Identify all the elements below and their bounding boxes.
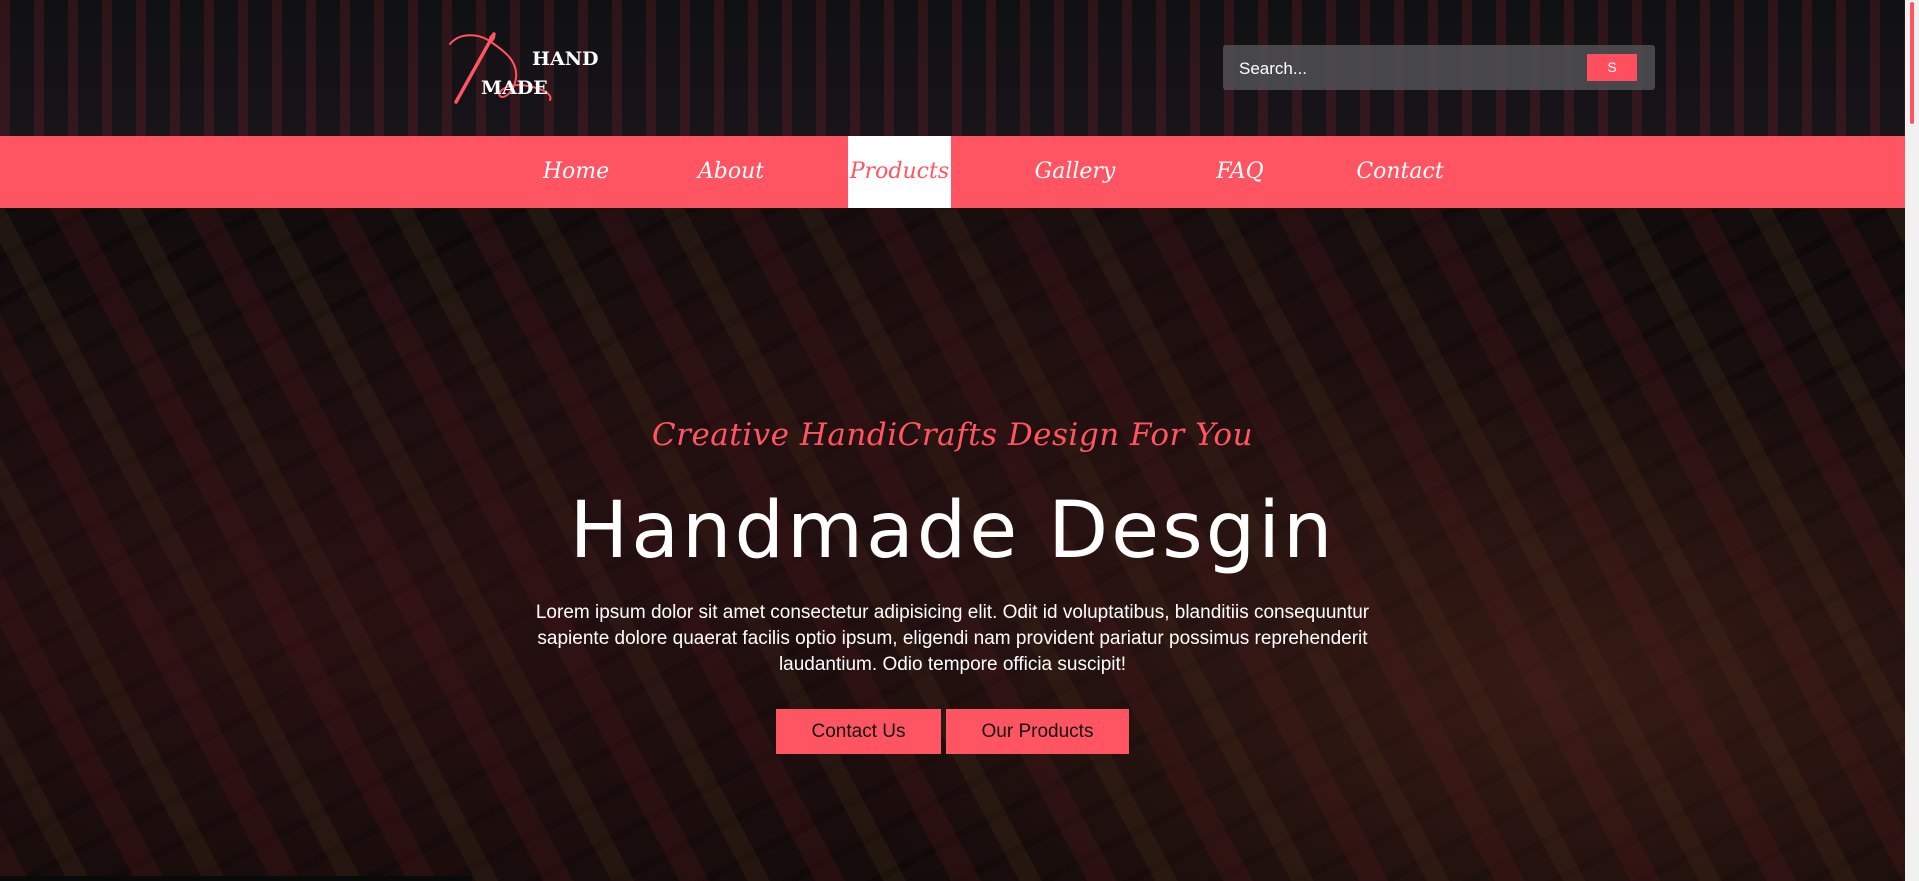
nav-item-faq[interactable]: FAQ [1200, 136, 1280, 208]
contact-us-button[interactable]: Contact Us [776, 709, 941, 754]
logo-text-made: MADE [481, 77, 548, 99]
bottom-strip [0, 876, 472, 881]
nav-item-contact[interactable]: Contact [1355, 136, 1445, 208]
search-input[interactable] [1237, 45, 1571, 92]
hero-description: Lorem ipsum dolor sit amet consectetur a… [535, 602, 1370, 675]
search-bar: S [1223, 45, 1655, 92]
nav-item-products[interactable]: Products [848, 136, 951, 208]
search-button[interactable]: S [1587, 54, 1637, 81]
scrollbar-thumb[interactable] [1910, 2, 1914, 124]
page: HAND MADE S Home About Products Gallery … [0, 0, 1919, 881]
hero-subtitle: Creative HandiCrafts Design For You [651, 417, 1254, 453]
nav-item-home[interactable]: Home [530, 136, 622, 208]
our-products-button[interactable]: Our Products [946, 709, 1129, 754]
site-logo[interactable]: HAND MADE [448, 30, 599, 104]
page-scrollbar[interactable] [1905, 0, 1919, 881]
main-nav: Home About Products Gallery FAQ Contact [0, 136, 1905, 208]
logo-text-hand: HAND [532, 48, 599, 70]
hero-title: Handmade Desgin [569, 486, 1336, 576]
nav-item-gallery[interactable]: Gallery [1030, 136, 1120, 208]
nav-item-about[interactable]: About [686, 136, 776, 208]
